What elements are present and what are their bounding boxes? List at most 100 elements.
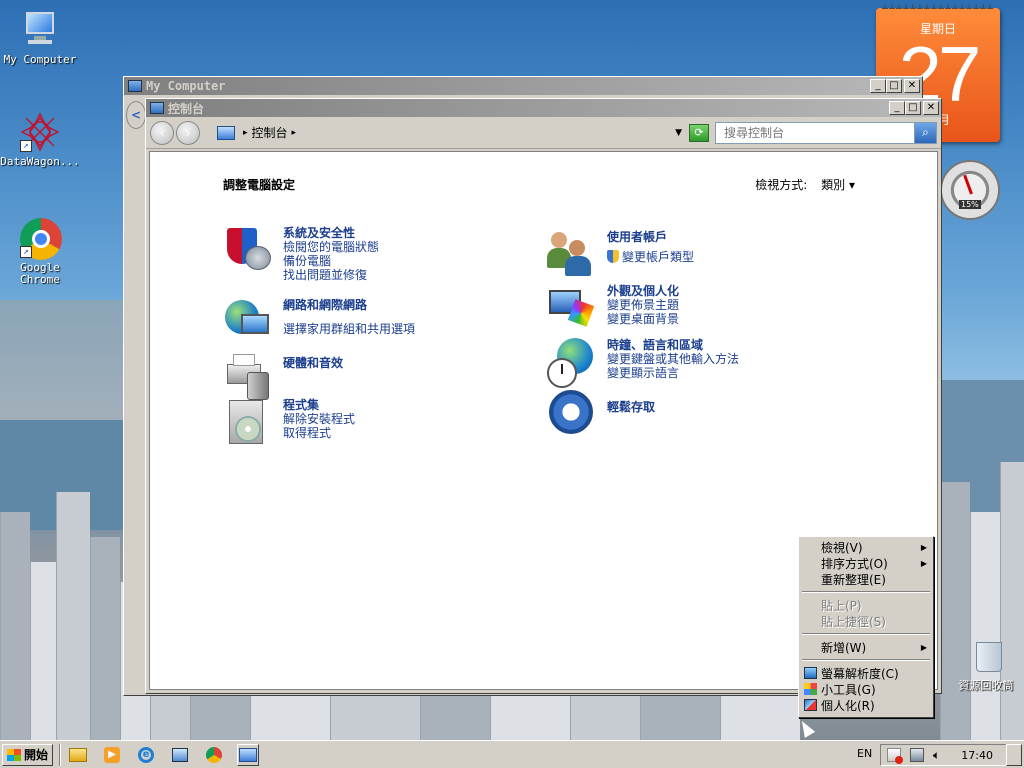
computer-icon: [20, 10, 60, 50]
start-button[interactable]: 開始: [2, 743, 54, 766]
address-bar[interactable]: ▸ 控制台 ▸ ▼: [216, 122, 689, 144]
cpu-meter-gadget[interactable]: 15%: [940, 160, 1000, 220]
desktop-icon-recycle-bin[interactable]: 資源回收筒: [936, 636, 1016, 692]
view-by: 檢視方式: 類別 ▾: [755, 176, 855, 193]
wallpaper-sea: [0, 420, 140, 530]
category-heading[interactable]: 系統及安全性: [283, 226, 379, 240]
category-link[interactable]: 變更帳戶類型: [607, 250, 694, 264]
windows-logo-icon: [7, 748, 21, 761]
action-center-flag-icon[interactable]: [887, 748, 903, 764]
category-heading[interactable]: 輕鬆存取: [607, 400, 655, 414]
explorer-icon[interactable]: [67, 744, 89, 766]
desktop-icon-label: My Computer: [3, 53, 77, 66]
submenu-arrow-icon: ▶: [920, 558, 927, 568]
category-heading[interactable]: 程式集: [283, 398, 355, 412]
category-heading[interactable]: 使用者帳戶: [607, 230, 694, 244]
category-link[interactable]: 檢閱您的電腦狀態: [283, 240, 379, 254]
minimize-button[interactable]: _: [889, 101, 905, 115]
menu-item-refresh[interactable]: 重新整理(E): [801, 571, 931, 587]
menu-separator: [802, 591, 930, 593]
navigation-toolbar: ‹ › ▸ 控制台 ▸ ▼ ⟳ ⌕: [146, 117, 941, 149]
back-button[interactable]: <: [126, 101, 146, 129]
maximize-button[interactable]: □: [905, 101, 921, 115]
menu-item-personalize[interactable]: 個人化(R): [801, 697, 931, 713]
calendar-rings: ┴┴┴┴┴┴┴┴┴┴┴┴┴┴┴┴: [881, 4, 995, 14]
system-tray: 🔈︎ 17:40: [880, 744, 1022, 766]
category-link[interactable]: 取得程式: [283, 426, 355, 440]
view-by-dropdown[interactable]: 類別 ▾: [821, 178, 855, 192]
search-box[interactable]: ⌕: [715, 121, 937, 144]
search-icon[interactable]: ⌕: [914, 122, 936, 143]
wallpaper-hill: [0, 300, 140, 430]
category-link[interactable]: 選擇家用群組和共用選項: [283, 322, 415, 336]
category-clock-language-region: 時鐘、語言和區域 變更鍵盤或其他輸入方法 變更顯示語言: [547, 338, 739, 390]
category-link[interactable]: 變更桌面背景: [607, 312, 679, 326]
category-link[interactable]: 變更鍵盤或其他輸入方法: [607, 352, 739, 366]
category-heading[interactable]: 網路和網際網路: [283, 298, 415, 312]
desktop-icon-label: DataWagon...: [0, 155, 80, 168]
control-panel-taskbar-button[interactable]: [237, 743, 260, 766]
view-by-value: 類別: [821, 178, 846, 192]
menu-item-sort-by[interactable]: 排序方式(O) ▶: [801, 555, 931, 571]
desktop-icon-my-computer[interactable]: My Computer: [0, 10, 80, 66]
breadcrumb-segment[interactable]: 控制台: [252, 124, 288, 141]
menu-item-paste[interactable]: 貼上(P): [801, 597, 931, 613]
menu-item-paste-shortcut[interactable]: 貼上捷徑(S): [801, 613, 931, 629]
category-link[interactable]: 變更顯示語言: [607, 366, 739, 380]
language-indicator[interactable]: EN: [857, 747, 872, 760]
menu-item-gadgets[interactable]: 小工具(G): [801, 681, 931, 697]
clock[interactable]: 17:40: [961, 749, 993, 762]
minimize-button[interactable]: _: [870, 79, 886, 93]
category-appearance: 外觀及個人化 變更佈景主題 變更桌面背景: [547, 284, 679, 336]
shortcut-arrow-icon: ↗: [20, 140, 32, 152]
clock-globe-icon: [547, 338, 599, 390]
network-globe-icon: [223, 298, 275, 350]
recycle-bin-icon: [956, 636, 1002, 676]
back-button[interactable]: ‹: [150, 120, 174, 145]
screen-resolution-icon: [804, 667, 817, 679]
control-panel-titlebar[interactable]: 控制台 _ □ ✕: [146, 99, 941, 117]
category-system-security: 系統及安全性 檢閱您的電腦狀態 備份電腦 找出問題並修復: [223, 226, 379, 282]
my-computer-titlebar[interactable]: My Computer _ □ ✕: [124, 77, 922, 95]
meter-needle: [963, 174, 973, 195]
gadgets-icon: [804, 683, 817, 695]
address-history-dropdown-icon[interactable]: ▼: [675, 128, 682, 138]
users-icon: [547, 230, 599, 282]
search-input[interactable]: [716, 122, 914, 143]
category-link[interactable]: 找出問題並修復: [283, 268, 379, 282]
close-button[interactable]: ✕: [923, 101, 939, 115]
category-heading[interactable]: 硬體和音效: [283, 356, 343, 370]
desktop-icon-chrome[interactable]: ↗ Google Chrome: [0, 218, 80, 286]
shortcut-arrow-icon: ↗: [20, 246, 32, 258]
meter-value: 15%: [959, 200, 981, 209]
desktop-context-menu: 檢視(V) ▶ 排序方式(O) ▶ 重新整理(E) 貼上(P) 貼上捷徑(S) 新增…: [798, 536, 934, 718]
category-hardware-sound: 硬體和音效: [223, 352, 343, 404]
close-button[interactable]: ✕: [904, 79, 920, 93]
network-icon[interactable]: [169, 744, 191, 766]
category-heading[interactable]: 外觀及個人化: [607, 284, 679, 298]
category-heading[interactable]: 時鐘、語言和區域: [607, 338, 739, 352]
chrome-taskbar-icon[interactable]: [203, 744, 225, 766]
category-network-internet: 網路和網際網路 選擇家用群組和共用選項: [223, 298, 415, 350]
media-player-icon[interactable]: ▶: [101, 744, 123, 766]
desktop-icon-datawagon[interactable]: ↗ DataWagon...: [0, 112, 80, 168]
network-tray-icon[interactable]: [910, 748, 924, 762]
control-panel-icon: [150, 102, 164, 114]
wallpaper-sea-right: [934, 380, 1024, 520]
menu-item-view[interactable]: 檢視(V) ▶: [801, 539, 931, 555]
menu-item-new[interactable]: 新增(W) ▶: [801, 639, 931, 655]
maximize-button[interactable]: □: [886, 79, 902, 93]
category-link[interactable]: 解除安裝程式: [283, 412, 355, 426]
programs-icon: [223, 398, 275, 450]
category-link[interactable]: 變更佈景主題: [607, 298, 679, 312]
refresh-button[interactable]: ⟳: [689, 123, 709, 142]
show-desktop-button[interactable]: [1006, 744, 1022, 766]
internet-explorer-icon[interactable]: e: [135, 744, 157, 766]
personalize-icon: [804, 699, 817, 711]
appearance-icon: [547, 284, 599, 336]
menu-item-screen-resolution[interactable]: 螢幕解析度(C): [801, 665, 931, 681]
forward-button[interactable]: ›: [176, 120, 200, 145]
menu-separator: [802, 659, 930, 661]
volume-icon[interactable]: 🔈︎: [933, 748, 947, 762]
category-link[interactable]: 備份電腦: [283, 254, 379, 268]
